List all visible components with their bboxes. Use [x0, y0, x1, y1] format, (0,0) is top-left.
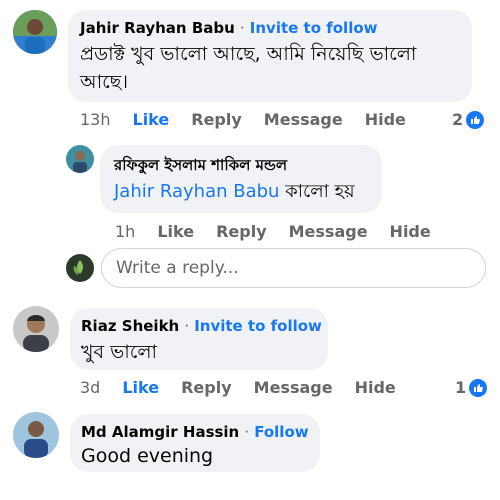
- avatar[interactable]: [13, 306, 59, 352]
- comment-bubble: Jahir Rayhan Babu · Invite to follow প্র…: [68, 10, 472, 102]
- separator-dot: ·: [239, 19, 245, 37]
- like-button[interactable]: Like: [157, 222, 194, 241]
- comment-text: আছে।: [80, 71, 129, 93]
- separator-dot: ·: [184, 317, 190, 335]
- invite-to-follow-link[interactable]: Invite to follow: [250, 19, 378, 37]
- avatar[interactable]: [66, 145, 94, 173]
- comment-text: Good evening: [81, 445, 214, 467]
- reaction-summary[interactable]: 1: [455, 378, 488, 397]
- comment-time[interactable]: 13h: [80, 110, 111, 129]
- hide-button[interactable]: Hide: [355, 378, 396, 397]
- hide-button[interactable]: Hide: [390, 222, 431, 241]
- comment-text: খুব ভালো: [81, 341, 158, 363]
- message-button[interactable]: Message: [264, 110, 343, 129]
- invite-to-follow-link[interactable]: Invite to follow: [194, 317, 322, 335]
- avatar[interactable]: [13, 412, 59, 458]
- separator-dot: ·: [244, 423, 250, 441]
- like-button[interactable]: Like: [133, 110, 170, 129]
- reply-button[interactable]: Reply: [216, 222, 267, 241]
- follow-link[interactable]: Follow: [254, 423, 308, 441]
- avatar[interactable]: [13, 10, 57, 54]
- avatar: [66, 254, 94, 282]
- comment-time[interactable]: 1h: [115, 222, 135, 241]
- like-button[interactable]: Like: [122, 378, 159, 397]
- hide-button[interactable]: Hide: [365, 110, 406, 129]
- like-badge-icon: [466, 110, 485, 129]
- message-button[interactable]: Message: [289, 222, 368, 241]
- reaction-summary[interactable]: 2: [452, 110, 485, 129]
- mention-link[interactable]: Jahir Rayhan Babu: [114, 181, 279, 202]
- reply-button[interactable]: Reply: [181, 378, 232, 397]
- comment-bubble: Riaz Sheikh · Invite to follow খুব ভালো: [70, 308, 328, 370]
- reply-input[interactable]: [102, 249, 485, 287]
- comment-author[interactable]: Riaz Sheikh: [81, 317, 179, 335]
- reply-input-box[interactable]: [101, 248, 486, 288]
- comment-bubble: রফিকুল ইসলাম শাকিল মন্ডল Jahir Rayhan Ba…: [100, 145, 382, 213]
- comment-text: প্রডাক্ট খুব ভালো আছে, আমি নিয়েছি ভালো: [80, 43, 417, 65]
- reaction-count: 1: [455, 378, 467, 397]
- reply-button[interactable]: Reply: [191, 110, 242, 129]
- message-button[interactable]: Message: [254, 378, 333, 397]
- comment-time[interactable]: 3d: [80, 378, 100, 397]
- like-badge-icon: [469, 378, 488, 397]
- comment-bubble: Md Alamgir Hassin · Follow Good evening: [70, 414, 320, 472]
- reaction-count: 2: [452, 110, 464, 129]
- comment-text: কালো হয়: [279, 181, 355, 202]
- comment-author[interactable]: Md Alamgir Hassin: [81, 423, 239, 441]
- comment-author[interactable]: Jahir Rayhan Babu: [80, 19, 235, 37]
- comment-author[interactable]: রফিকুল ইসলাম শাকিল মন্ডল: [114, 154, 287, 179]
